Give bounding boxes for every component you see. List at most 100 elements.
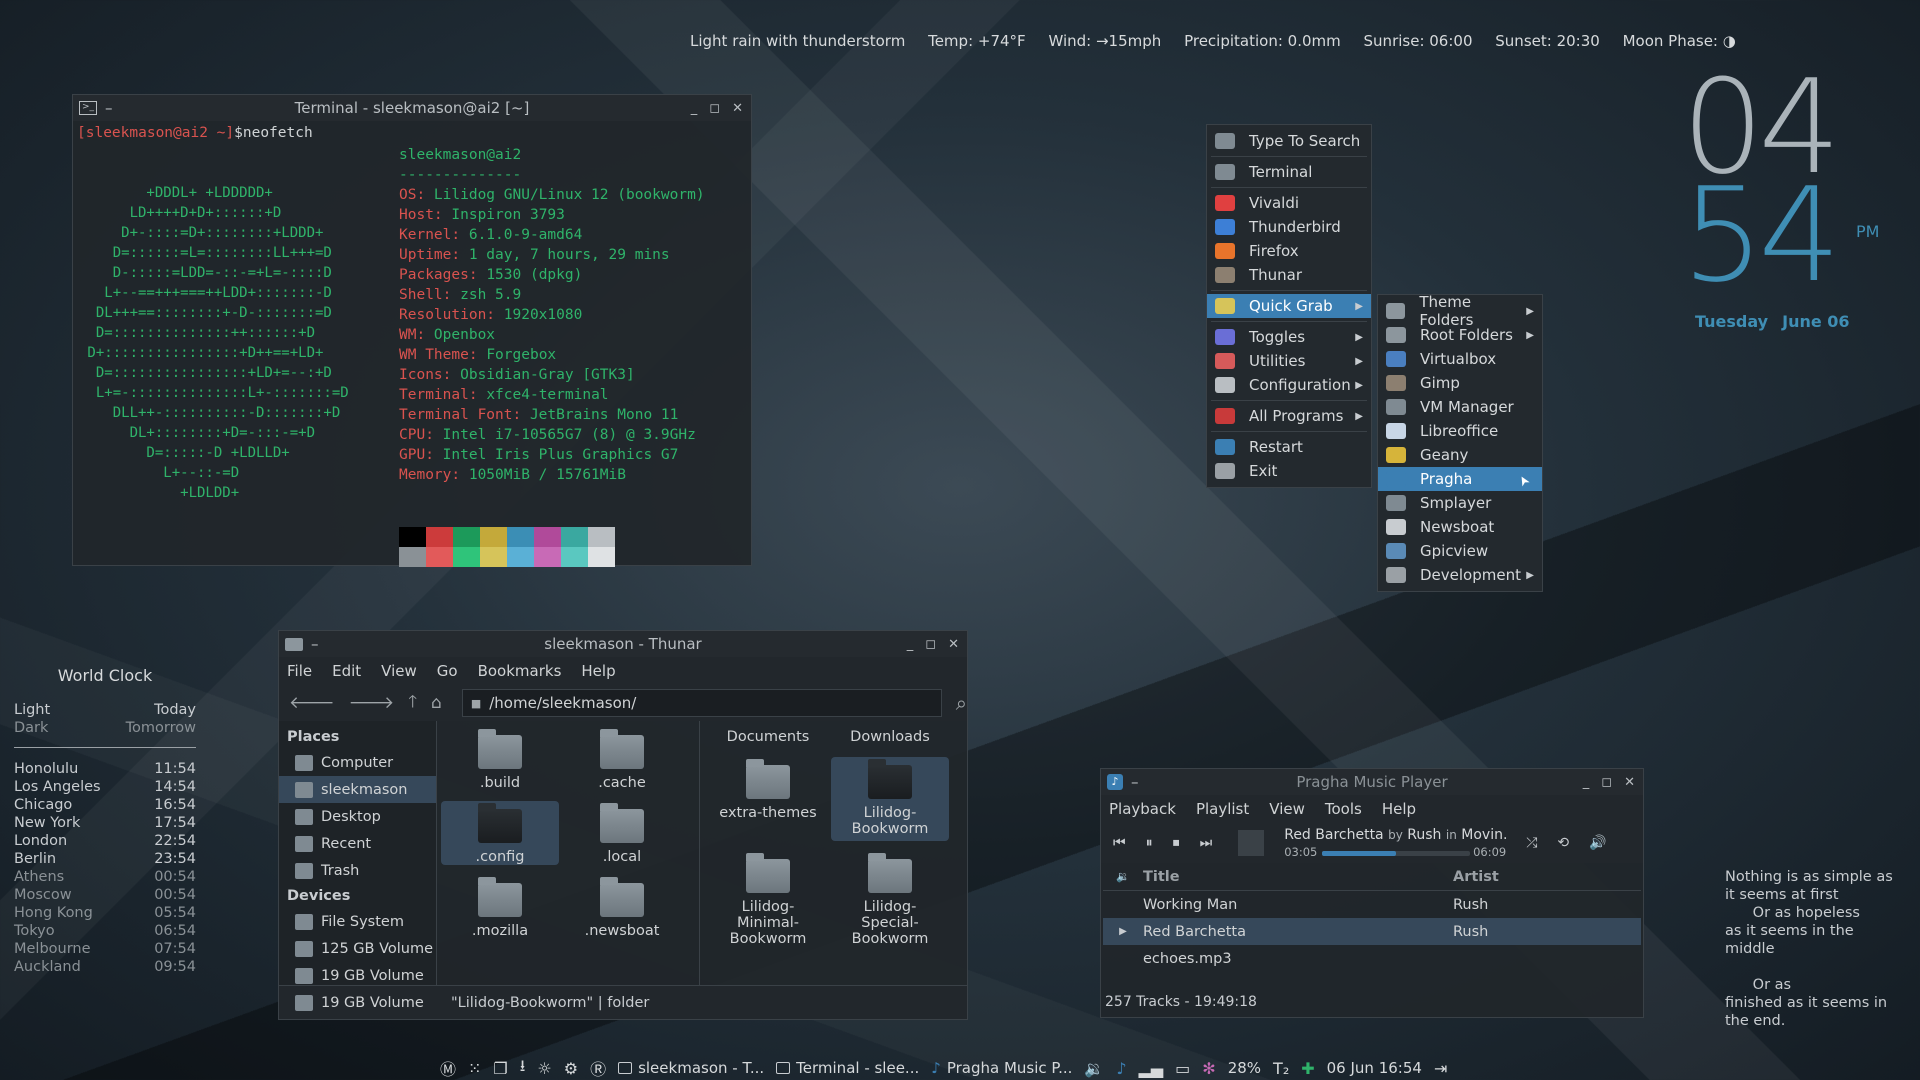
menu-go[interactable]: Go bbox=[437, 662, 458, 680]
place-desktop[interactable]: Desktop bbox=[279, 803, 436, 830]
place-computer[interactable]: Computer bbox=[279, 749, 436, 776]
menu-item-configuration[interactable]: Configuration ▶ bbox=[1207, 373, 1371, 397]
file-item[interactable]: Lilidog-Bookworm bbox=[831, 757, 949, 841]
menu-item-all-programs[interactable]: All Programs ▶ bbox=[1207, 404, 1371, 428]
file-name[interactable]: Documents bbox=[709, 729, 827, 745]
file-item[interactable]: extra-themes bbox=[709, 757, 827, 825]
file-item[interactable]: .local bbox=[563, 801, 681, 865]
root-menu[interactable]: Type To Search Terminal Vivaldi Thunderbird… bbox=[1206, 124, 1372, 488]
app-icon[interactable]: ✻ bbox=[1202, 1059, 1215, 1078]
menu-item-quick-grab[interactable]: Quick Grab ▶ bbox=[1207, 294, 1371, 318]
menu-item-restart[interactable]: Restart bbox=[1207, 435, 1371, 459]
home-icon[interactable]: ⌂ bbox=[431, 693, 442, 713]
menu-item-development[interactable]: Development ▶ bbox=[1378, 563, 1542, 587]
task-pragha[interactable]: ♪ Pragha Music P... bbox=[931, 1059, 1072, 1077]
download-icon[interactable]: ⭳ bbox=[520, 1055, 526, 1080]
window-menu-icon[interactable]: – bbox=[105, 99, 113, 117]
device-item[interactable]: 19 GB Volume bbox=[279, 962, 436, 989]
network-icon[interactable]: ▂▄ bbox=[1139, 1059, 1164, 1078]
close-icon[interactable]: ✕ bbox=[1624, 775, 1635, 790]
menu-item-theme-folders[interactable]: Theme Folders ▶ bbox=[1378, 293, 1542, 329]
minimize-icon[interactable]: _ bbox=[1583, 775, 1590, 790]
pragha-window[interactable]: ♪ – Pragha Music Player _ ◻ ✕ Playback Pl… bbox=[1100, 768, 1644, 1018]
menu-item-vm-manager[interactable]: VM Manager bbox=[1378, 395, 1542, 419]
pragha-titlebar[interactable]: ♪ – Pragha Music Player _ ◻ ✕ bbox=[1101, 769, 1643, 795]
column-title[interactable]: Title bbox=[1143, 869, 1453, 885]
previous-icon[interactable]: ⏮ bbox=[1113, 835, 1126, 851]
terminal-titlebar[interactable]: >_ – Terminal - sleekmason@ai2 [~] _ ◻ ✕ bbox=[73, 95, 751, 121]
file-item[interactable]: .config bbox=[441, 801, 559, 865]
volume-icon[interactable]: 🔉 bbox=[1084, 1059, 1104, 1078]
windows-icon[interactable]: ❐ bbox=[493, 1059, 507, 1078]
minimize-icon[interactable]: _ bbox=[691, 101, 698, 116]
close-icon[interactable]: ✕ bbox=[732, 101, 743, 116]
location-bar[interactable]: ■ /home/sleekmason/ bbox=[461, 689, 942, 717]
menu-item-terminal[interactable]: Terminal bbox=[1207, 160, 1371, 184]
up-icon[interactable]: 🡑 bbox=[408, 689, 417, 718]
taskbar-clock[interactable]: 06 Jun 16:54 bbox=[1327, 1059, 1422, 1077]
menu-item-toggles[interactable]: Toggles ▶ bbox=[1207, 325, 1371, 349]
place-sleekmason[interactable]: sleekmason bbox=[279, 776, 436, 803]
seek-bar[interactable] bbox=[1322, 851, 1471, 856]
file-name[interactable]: Downloads bbox=[831, 729, 949, 745]
menu-item-smplayer[interactable]: Smplayer bbox=[1378, 491, 1542, 515]
menu-item-newsboat[interactable]: Newsboat bbox=[1378, 515, 1542, 539]
file-item[interactable]: .cache bbox=[563, 727, 681, 791]
back-icon[interactable]: 🡐 bbox=[289, 693, 335, 713]
thunar-window[interactable]: – sleekmason - Thunar _ ◻ ✕ File Edit View… bbox=[278, 630, 968, 1020]
close-icon[interactable]: ✕ bbox=[948, 637, 959, 652]
pause-icon[interactable]: ⏸ bbox=[1146, 835, 1153, 851]
column-artist[interactable]: Artist bbox=[1453, 869, 1499, 885]
menu-bookmarks[interactable]: Bookmarks bbox=[478, 662, 562, 680]
quick-grab-submenu[interactable]: Theme Folders ▶ Root Folders ▶ Virtualbox Gim… bbox=[1377, 293, 1543, 592]
menu-item-pragha[interactable]: Pragha ➤ bbox=[1378, 467, 1542, 491]
menu-playback[interactable]: Playback bbox=[1109, 800, 1176, 818]
device-item[interactable]: 19 GB Volume bbox=[279, 989, 436, 1016]
place-trash[interactable]: Trash bbox=[279, 857, 436, 884]
volume-icon[interactable]: 🔊 bbox=[1589, 835, 1606, 851]
next-icon[interactable]: ⏭ bbox=[1200, 835, 1213, 851]
minimize-icon[interactable]: _ bbox=[907, 637, 914, 652]
file-item[interactable]: .build bbox=[441, 727, 559, 791]
maximize-icon[interactable]: ◻ bbox=[1601, 775, 1612, 790]
file-item[interactable]: Lilidog-Minimal-Bookworm bbox=[709, 851, 827, 951]
playlist-row[interactable]: echoes.mp3 bbox=[1103, 945, 1641, 972]
shuffle-icon[interactable]: ⤮ bbox=[1526, 835, 1537, 851]
pragha-tray-icon[interactable]: ♪ bbox=[1116, 1059, 1126, 1078]
menu-playlist[interactable]: Playlist bbox=[1196, 800, 1249, 818]
menu-item-thunderbird[interactable]: Thunderbird bbox=[1207, 215, 1371, 239]
menu-tools[interactable]: Tools bbox=[1325, 800, 1362, 818]
place-recent[interactable]: Recent bbox=[279, 830, 436, 857]
settings-icon[interactable]: ⚙ bbox=[564, 1059, 578, 1078]
search-icon[interactable]: ⌕ bbox=[956, 691, 967, 715]
menu-item-utilities[interactable]: Utilities ▶ bbox=[1207, 349, 1371, 373]
task-thunar[interactable]: sleekmason - T... bbox=[618, 1059, 764, 1077]
menu-item-thunar[interactable]: Thunar bbox=[1207, 263, 1371, 287]
window-menu-icon[interactable]: – bbox=[1131, 773, 1139, 791]
menu-item-type-to-search[interactable]: Type To Search bbox=[1207, 129, 1371, 153]
menu-item-root-folders[interactable]: Root Folders ▶ bbox=[1378, 323, 1542, 347]
menu-view[interactable]: View bbox=[381, 662, 417, 680]
menu-view[interactable]: View bbox=[1269, 800, 1305, 818]
menu-icon[interactable]: Ⓜ bbox=[440, 1056, 456, 1080]
task-terminal[interactable]: Terminal - slee... bbox=[776, 1059, 919, 1077]
menu-item-virtualbox[interactable]: Virtualbox bbox=[1378, 347, 1542, 371]
device-item[interactable]: File System bbox=[279, 908, 436, 935]
menu-item-gimp[interactable]: Gimp bbox=[1378, 371, 1542, 395]
menu-item-exit[interactable]: Exit bbox=[1207, 459, 1371, 483]
redshift-icon[interactable]: Ⓡ bbox=[590, 1056, 606, 1080]
menu-file[interactable]: File bbox=[287, 662, 312, 680]
menu-help[interactable]: Help bbox=[581, 662, 615, 680]
menu-help[interactable]: Help bbox=[1382, 800, 1416, 818]
file-item[interactable]: .newsboat bbox=[563, 875, 681, 939]
brightness-icon[interactable]: ☼ bbox=[537, 1059, 551, 1078]
menu-item-geany[interactable]: Geany bbox=[1378, 443, 1542, 467]
menu-item-vivaldi[interactable]: Vivaldi bbox=[1207, 191, 1371, 215]
file-item[interactable]: Lilidog-Special-Bookworm bbox=[831, 851, 949, 951]
workspaces-icon[interactable]: ⁙ bbox=[468, 1059, 481, 1078]
playlist-row[interactable]: Working Man Rush bbox=[1103, 891, 1641, 918]
playlist-row[interactable]: ▶ Red Barchetta Rush bbox=[1103, 918, 1641, 945]
menu-item-gpicview[interactable]: Gpicview bbox=[1378, 539, 1542, 563]
file-item[interactable]: .mozilla bbox=[441, 875, 559, 939]
thunar-titlebar[interactable]: – sleekmason - Thunar _ ◻ ✕ bbox=[279, 631, 967, 657]
